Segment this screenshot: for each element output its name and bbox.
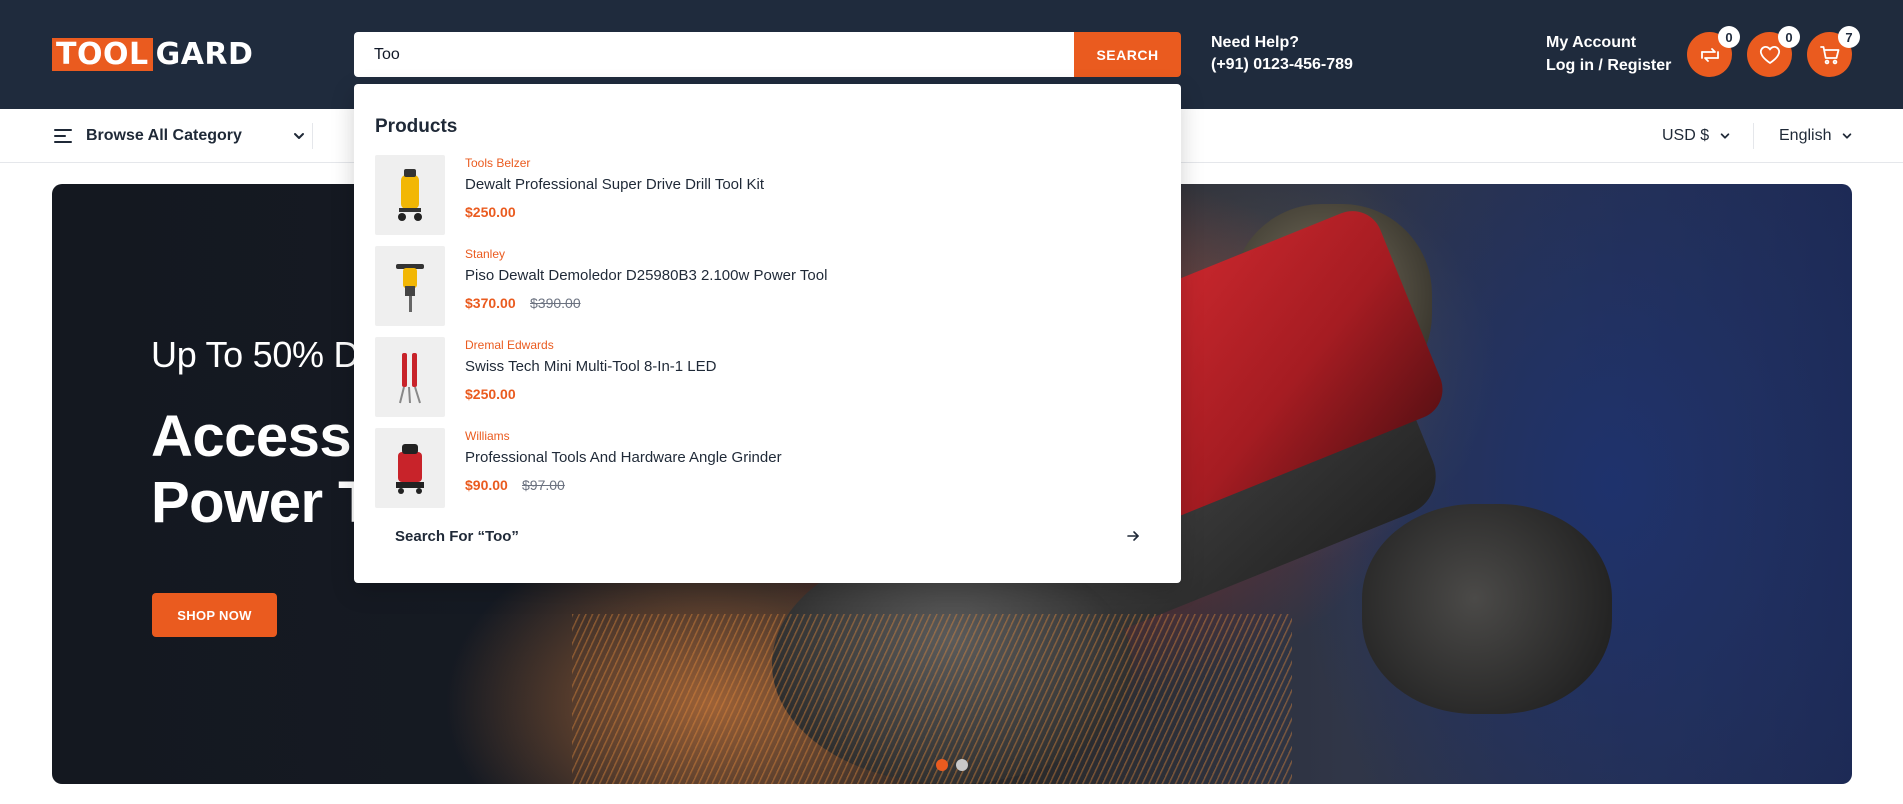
product-name[interactable]: Dewalt Professional Super Drive Drill To… [465, 176, 764, 193]
slide-dot-1[interactable] [936, 759, 948, 771]
slide-dot-2[interactable] [956, 759, 968, 771]
compare-button[interactable]: 0 [1687, 26, 1740, 77]
search-for-query-link[interactable]: Search For “Too” [395, 528, 519, 545]
chevron-down-icon [293, 133, 304, 139]
product-old-price: $390.00 [530, 295, 581, 311]
dropdown-heading: Products [375, 116, 458, 137]
search-bar: SEARCH [354, 32, 1181, 77]
help-block: Need Help? (+91) 0123-456-789 [1211, 32, 1353, 76]
shop-now-button[interactable]: SHOP NOW [152, 593, 277, 637]
language-selector[interactable]: English [1779, 109, 1853, 163]
product-brand: Dremal Edwards [465, 338, 554, 352]
hero-image-sparks [572, 614, 1292, 784]
wishlist-count-badge: 0 [1778, 26, 1800, 48]
product-price: $370.00 [465, 295, 516, 311]
product-name[interactable]: Swiss Tech Mini Multi-Tool 8-In-1 LED [465, 358, 716, 375]
suggestion-product[interactable]: Williams Professional Tools And Hardware… [375, 428, 1155, 508]
demolition-hammer-icon [396, 264, 424, 312]
wishlist-button[interactable]: 0 [1747, 26, 1800, 77]
product-thumbnail [375, 155, 445, 235]
product-thumbnail [375, 337, 445, 417]
browse-category-label: Browse All Category [86, 127, 242, 144]
chevron-down-icon [1720, 133, 1730, 139]
logo-part-gard: GARD [155, 37, 254, 72]
search-input[interactable] [354, 32, 1074, 77]
product-price: $250.00 [465, 204, 516, 220]
login-register-link[interactable]: Log in / Register [1546, 54, 1671, 77]
account-label: My Account [1546, 34, 1637, 51]
compare-icon [1700, 47, 1719, 62]
compare-count-badge: 0 [1718, 26, 1740, 48]
product-price: $90.00 [465, 477, 508, 493]
help-phone[interactable]: (+91) 0123-456-789 [1211, 54, 1353, 76]
multi-tool-icon [399, 353, 421, 404]
heart-icon [1759, 45, 1780, 64]
search-suggestions-dropdown: Products Tools Belzer Dewalt Professiona… [354, 84, 1181, 583]
suggestion-product[interactable]: Stanley Piso Dewalt Demoledor D25980B3 2… [375, 246, 1155, 326]
suggestion-product[interactable]: Dremal Edwards Swiss Tech Mini Multi-Too… [375, 337, 1155, 417]
language-value: English [1779, 127, 1832, 144]
account-block: My Account Log in / Register [1546, 31, 1671, 77]
arrow-right-icon[interactable] [1126, 529, 1140, 543]
hero-image-glove-lower [1362, 504, 1612, 714]
vacuum-grinder-icon [396, 444, 424, 494]
search-button[interactable]: SEARCH [1074, 32, 1181, 77]
slider-dots [936, 759, 968, 771]
cart-count-badge: 7 [1838, 26, 1860, 48]
browse-category-toggle[interactable]: Browse All Category [52, 109, 306, 163]
suggestion-product[interactable]: Tools Belzer Dewalt Professional Super D… [375, 155, 1155, 235]
nav-divider [312, 123, 313, 149]
logo[interactable]: TOOL GARD [52, 38, 253, 71]
product-brand: Tools Belzer [465, 156, 531, 170]
nav-divider [1753, 123, 1754, 149]
product-name[interactable]: Piso Dewalt Demoledor D25980B3 2.100w Po… [465, 267, 827, 284]
product-brand: Williams [465, 429, 510, 443]
product-thumbnail [375, 428, 445, 508]
logo-part-tool: TOOL [52, 38, 153, 71]
cart-icon [1819, 45, 1839, 64]
product-name[interactable]: Professional Tools And Hardware Angle Gr… [465, 449, 782, 466]
product-thumbnail [375, 246, 445, 326]
hero-subtitle: Up To 50% D [151, 334, 360, 375]
cart-button[interactable]: 7 [1807, 26, 1860, 77]
product-old-price: $97.00 [522, 477, 565, 493]
currency-selector[interactable]: USD $ [1662, 109, 1731, 163]
help-label: Need Help? [1211, 34, 1300, 51]
air-compressor-icon [398, 169, 422, 221]
menu-icon [54, 129, 72, 143]
currency-value: USD $ [1662, 127, 1710, 144]
product-price: $250.00 [465, 386, 516, 402]
product-brand: Stanley [465, 247, 506, 261]
chevron-down-icon [1843, 133, 1852, 139]
